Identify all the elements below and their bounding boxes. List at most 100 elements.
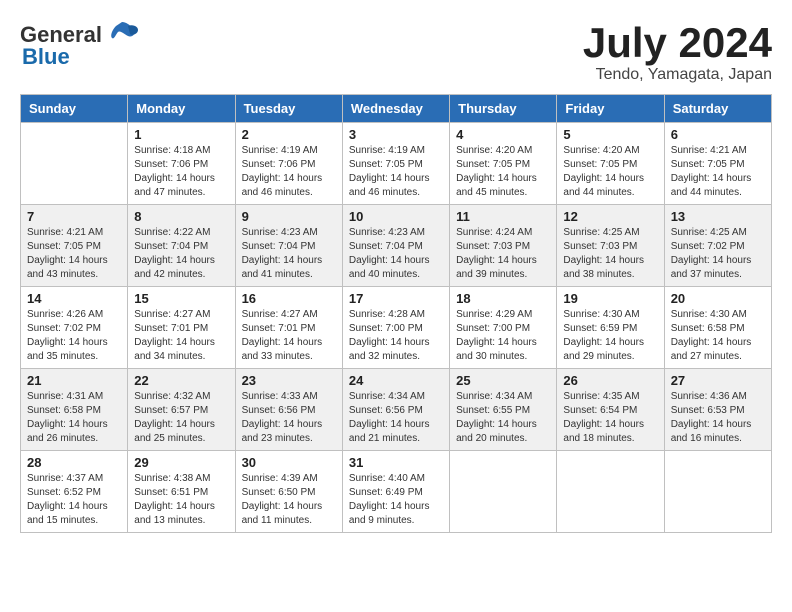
calendar-cell: 14 Sunrise: 4:26 AM Sunset: 7:02 PM Dayli…	[21, 287, 128, 369]
header-area: General Blue July 2024 Tendo, Yamagata, …	[20, 20, 772, 84]
column-header-thursday: Thursday	[450, 95, 557, 123]
day-info: Sunrise: 4:27 AM Sunset: 7:01 PM Dayligh…	[242, 308, 336, 364]
day-info: Sunrise: 4:27 AM Sunset: 7:01 PM Dayligh…	[134, 308, 228, 364]
day-info: Sunrise: 4:21 AM Sunset: 7:05 PM Dayligh…	[27, 226, 121, 282]
calendar-cell: 5 Sunrise: 4:20 AM Sunset: 7:05 PM Daylig…	[557, 123, 664, 205]
calendar-cell: 19 Sunrise: 4:30 AM Sunset: 6:59 PM Dayli…	[557, 287, 664, 369]
day-info: Sunrise: 4:32 AM Sunset: 6:57 PM Dayligh…	[134, 390, 228, 446]
day-number: 31	[349, 455, 443, 470]
calendar-cell: 17 Sunrise: 4:28 AM Sunset: 7:00 PM Dayli…	[342, 287, 449, 369]
day-info: Sunrise: 4:38 AM Sunset: 6:51 PM Dayligh…	[134, 472, 228, 528]
calendar-cell: 12 Sunrise: 4:25 AM Sunset: 7:03 PM Dayli…	[557, 205, 664, 287]
calendar-cell: 18Sunrise: 4:29 AM Sunset: 7:00 PM Dayli…	[450, 287, 557, 369]
day-number: 8	[134, 209, 228, 224]
calendar-week-row: 28Sunrise: 4:37 AM Sunset: 6:52 PM Dayli…	[21, 451, 772, 533]
day-info: Sunrise: 4:26 AM Sunset: 7:02 PM Dayligh…	[27, 308, 121, 364]
day-info: Sunrise: 4:21 AM Sunset: 7:05 PM Dayligh…	[671, 144, 765, 200]
month-year: July 2024	[583, 20, 772, 66]
calendar-cell: 9Sunrise: 4:23 AM Sunset: 7:04 PM Daylig…	[235, 205, 342, 287]
day-info: Sunrise: 4:40 AM Sunset: 6:49 PM Dayligh…	[349, 472, 443, 528]
calendar-header-row: SundayMondayTuesdayWednesdayThursdayFrid…	[21, 95, 772, 123]
day-number: 23	[242, 373, 336, 388]
calendar-cell: 28Sunrise: 4:37 AM Sunset: 6:52 PM Dayli…	[21, 451, 128, 533]
day-number: 11	[456, 209, 550, 224]
day-number: 4	[456, 127, 550, 142]
day-info: Sunrise: 4:34 AM Sunset: 6:56 PM Dayligh…	[349, 390, 443, 446]
day-info: Sunrise: 4:22 AM Sunset: 7:04 PM Dayligh…	[134, 226, 228, 282]
day-number: 27	[671, 373, 765, 388]
day-info: Sunrise: 4:28 AM Sunset: 7:00 PM Dayligh…	[349, 308, 443, 364]
day-number: 25	[456, 373, 550, 388]
day-number: 20	[671, 291, 765, 306]
day-number: 12	[563, 209, 657, 224]
day-info: Sunrise: 4:30 AM Sunset: 6:59 PM Dayligh…	[563, 308, 657, 364]
calendar-week-row: 21Sunrise: 4:31 AM Sunset: 6:58 PM Dayli…	[21, 369, 772, 451]
day-info: Sunrise: 4:39 AM Sunset: 6:50 PM Dayligh…	[242, 472, 336, 528]
day-info: Sunrise: 4:23 AM Sunset: 7:04 PM Dayligh…	[242, 226, 336, 282]
calendar-week-row: 7 Sunrise: 4:21 AM Sunset: 7:05 PM Daylig…	[21, 205, 772, 287]
day-number: 22	[134, 373, 228, 388]
calendar-table: SundayMondayTuesdayWednesdayThursdayFrid…	[20, 94, 772, 533]
day-number: 3	[349, 127, 443, 142]
calendar-cell: 3 Sunrise: 4:19 AM Sunset: 7:05 PM Daylig…	[342, 123, 449, 205]
calendar-cell: 6 Sunrise: 4:21 AM Sunset: 7:05 PM Daylig…	[664, 123, 771, 205]
day-info: Sunrise: 4:25 AM Sunset: 7:03 PM Dayligh…	[563, 226, 657, 282]
calendar-cell: 13 Sunrise: 4:25 AM Sunset: 7:02 PM Dayli…	[664, 205, 771, 287]
column-header-saturday: Saturday	[664, 95, 771, 123]
calendar-cell: 11Sunrise: 4:24 AM Sunset: 7:03 PM Dayli…	[450, 205, 557, 287]
calendar-cell: 27Sunrise: 4:36 AM Sunset: 6:53 PM Dayli…	[664, 369, 771, 451]
day-number: 24	[349, 373, 443, 388]
day-info: Sunrise: 4:19 AM Sunset: 7:05 PM Dayligh…	[349, 144, 443, 200]
calendar-week-row: 1Sunrise: 4:18 AM Sunset: 7:06 PM Daylig…	[21, 123, 772, 205]
day-number: 19	[563, 291, 657, 306]
calendar-cell	[21, 123, 128, 205]
calendar-cell: 21Sunrise: 4:31 AM Sunset: 6:58 PM Dayli…	[21, 369, 128, 451]
day-number: 6	[671, 127, 765, 142]
day-info: Sunrise: 4:20 AM Sunset: 7:05 PM Dayligh…	[563, 144, 657, 200]
location: Tendo, Yamagata, Japan	[583, 66, 772, 84]
day-info: Sunrise: 4:31 AM Sunset: 6:58 PM Dayligh…	[27, 390, 121, 446]
day-info: Sunrise: 4:23 AM Sunset: 7:04 PM Dayligh…	[349, 226, 443, 282]
day-info: Sunrise: 4:35 AM Sunset: 6:54 PM Dayligh…	[563, 390, 657, 446]
day-number: 30	[242, 455, 336, 470]
day-number: 16	[242, 291, 336, 306]
day-number: 15	[134, 291, 228, 306]
day-info: Sunrise: 4:29 AM Sunset: 7:00 PM Dayligh…	[456, 308, 550, 364]
day-info: Sunrise: 4:30 AM Sunset: 6:58 PM Dayligh…	[671, 308, 765, 364]
day-info: Sunrise: 4:20 AM Sunset: 7:05 PM Dayligh…	[456, 144, 550, 200]
column-header-friday: Friday	[557, 95, 664, 123]
calendar-cell	[557, 451, 664, 533]
calendar-cell: 2 Sunrise: 4:19 AM Sunset: 7:06 PM Daylig…	[235, 123, 342, 205]
calendar-cell: 10 Sunrise: 4:23 AM Sunset: 7:04 PM Dayli…	[342, 205, 449, 287]
day-number: 1	[134, 127, 228, 142]
calendar-cell: 22 Sunrise: 4:32 AM Sunset: 6:57 PM Dayli…	[128, 369, 235, 451]
calendar-cell	[664, 451, 771, 533]
calendar-cell: 25 Sunrise: 4:34 AM Sunset: 6:55 PM Dayli…	[450, 369, 557, 451]
day-number: 10	[349, 209, 443, 224]
day-info: Sunrise: 4:25 AM Sunset: 7:02 PM Dayligh…	[671, 226, 765, 282]
day-number: 7	[27, 209, 121, 224]
calendar-cell: 20 Sunrise: 4:30 AM Sunset: 6:58 PM Dayli…	[664, 287, 771, 369]
logo: General Blue	[20, 20, 140, 70]
calendar-cell: 23 Sunrise: 4:33 AM Sunset: 6:56 PM Dayli…	[235, 369, 342, 451]
calendar-cell: 29Sunrise: 4:38 AM Sunset: 6:51 PM Dayli…	[128, 451, 235, 533]
logo-text-blue: Blue	[22, 44, 70, 70]
calendar-cell: 4 Sunrise: 4:20 AM Sunset: 7:05 PM Daylig…	[450, 123, 557, 205]
day-number: 13	[671, 209, 765, 224]
column-header-wednesday: Wednesday	[342, 95, 449, 123]
calendar-cell: 24 Sunrise: 4:34 AM Sunset: 6:56 PM Dayli…	[342, 369, 449, 451]
day-info: Sunrise: 4:19 AM Sunset: 7:06 PM Dayligh…	[242, 144, 336, 200]
calendar-cell: 30 Sunrise: 4:39 AM Sunset: 6:50 PM Dayli…	[235, 451, 342, 533]
calendar-cell: 31 Sunrise: 4:40 AM Sunset: 6:49 PM Dayli…	[342, 451, 449, 533]
day-number: 5	[563, 127, 657, 142]
day-number: 2	[242, 127, 336, 142]
title-area: July 2024 Tendo, Yamagata, Japan	[583, 20, 772, 84]
day-number: 26	[563, 373, 657, 388]
day-number: 14	[27, 291, 121, 306]
day-info: Sunrise: 4:34 AM Sunset: 6:55 PM Dayligh…	[456, 390, 550, 446]
day-number: 17	[349, 291, 443, 306]
day-number: 28	[27, 455, 121, 470]
calendar-cell: 16 Sunrise: 4:27 AM Sunset: 7:01 PM Dayli…	[235, 287, 342, 369]
calendar-cell: 7 Sunrise: 4:21 AM Sunset: 7:05 PM Daylig…	[21, 205, 128, 287]
day-info: Sunrise: 4:33 AM Sunset: 6:56 PM Dayligh…	[242, 390, 336, 446]
